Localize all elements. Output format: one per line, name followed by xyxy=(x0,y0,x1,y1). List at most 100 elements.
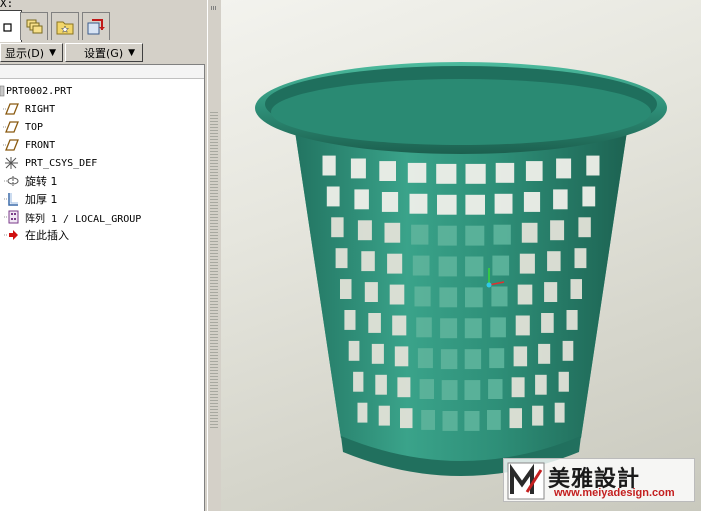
basket-opening xyxy=(519,253,535,274)
basket-opening xyxy=(465,287,483,308)
panel-splitter[interactable]: ‹ ‹ › › ‹ ‹ xyxy=(207,0,221,511)
basket-opening xyxy=(371,343,384,364)
tree-item-front[interactable]: FRONT xyxy=(0,136,55,154)
tree-item-revolve[interactable]: 旋转 1 xyxy=(0,172,58,190)
basket-opening xyxy=(407,162,427,183)
basket-opening xyxy=(340,279,352,299)
datum-plane-icon xyxy=(0,137,22,153)
basket-opening xyxy=(464,411,480,431)
basket-opening xyxy=(558,371,569,392)
basket-opening xyxy=(387,253,403,274)
model-tree-panel: X: 显示(D) ▼ 设置(G) ▼ PRT0002.PRT RIGHT TOP… xyxy=(0,0,207,511)
basket-opening xyxy=(492,255,510,276)
basket-opening xyxy=(465,163,486,184)
datum-plane-icon xyxy=(0,101,22,117)
basket-opening xyxy=(326,186,340,207)
basket-opening xyxy=(368,313,381,333)
tree-item-label: 旋转 1 xyxy=(25,175,58,188)
basket-opening xyxy=(437,225,457,246)
tab-connections[interactable] xyxy=(82,12,110,40)
basket-opening xyxy=(521,222,538,243)
basket-opening xyxy=(357,402,368,423)
tree-item-right[interactable]: RIGHT xyxy=(0,100,55,118)
basket-opening xyxy=(566,310,578,330)
tab-layers[interactable] xyxy=(20,12,48,40)
tree-column-header xyxy=(0,65,204,79)
tree-item-pattern[interactable]: 阵列 1 / LOCAL_GROUP xyxy=(0,208,141,226)
basket-opening xyxy=(578,217,591,238)
basket-opening xyxy=(582,186,596,207)
basket-opening xyxy=(442,411,458,431)
settings-menu-button[interactable]: 设置(G) ▼ xyxy=(65,43,143,62)
basket-opening xyxy=(361,251,375,272)
revolve-icon xyxy=(0,173,22,189)
basket-opening xyxy=(411,224,429,245)
basket-opening xyxy=(465,256,484,277)
basket-opening xyxy=(465,194,485,215)
tree-item-csys[interactable]: PRT_CSYS_DEF xyxy=(0,154,97,172)
basket-opening xyxy=(525,161,543,181)
basket-opening xyxy=(397,377,411,398)
tab-favorites[interactable] xyxy=(51,12,79,40)
basket-opening xyxy=(438,256,457,277)
basket-opening xyxy=(511,377,525,398)
basket-opening xyxy=(513,346,528,367)
basket-opening xyxy=(550,220,565,241)
tree-item-label: 在此插入 xyxy=(25,229,69,242)
basket-opening xyxy=(465,225,485,246)
basket-opening xyxy=(495,162,515,183)
basket-opening xyxy=(538,343,551,364)
basket-opening xyxy=(556,158,572,179)
basket-opening xyxy=(493,224,511,245)
basket-opening xyxy=(350,158,366,179)
tree-item-label: PRT_CSYS_DEF xyxy=(25,157,98,169)
basket-opening xyxy=(421,410,435,430)
layers-icon xyxy=(26,19,43,33)
basket-opening xyxy=(436,163,457,184)
tree-item-thicken[interactable]: 加厚 1 xyxy=(0,190,58,208)
basket-opening xyxy=(364,282,378,302)
tab-model-tree[interactable] xyxy=(0,10,22,42)
basket-opening xyxy=(509,408,522,429)
tree-item-top[interactable]: TOP xyxy=(0,118,43,136)
model-tree: PRT0002.PRT RIGHT TOP FRONT PRT_CSYS_DEF xyxy=(0,64,205,511)
basket-opening xyxy=(394,346,409,367)
basket-opening xyxy=(535,374,547,395)
basket-opening xyxy=(439,287,458,308)
basket-opening xyxy=(562,340,574,361)
display-menu-button[interactable]: 显示(D) ▼ xyxy=(0,43,63,62)
basket-opening xyxy=(574,248,587,269)
basket-opening xyxy=(487,410,501,430)
basket-opening xyxy=(353,371,364,392)
tree-menu-bar: 显示(D) ▼ 设置(G) ▼ xyxy=(0,42,207,64)
basket-opening xyxy=(464,380,481,400)
blank-page-icon xyxy=(3,22,12,32)
window-title-fragment: X: xyxy=(0,0,14,10)
watermark-url: www.meiyadesign.com xyxy=(554,487,675,499)
basket-opening xyxy=(544,282,558,302)
basket-opening xyxy=(322,155,336,176)
basket-opening xyxy=(412,255,430,276)
basket-opening xyxy=(375,374,387,395)
basket-opening xyxy=(348,340,360,361)
basket-opening xyxy=(357,220,372,241)
tree-item-insert-here[interactable]: 在此插入 xyxy=(0,226,69,244)
basket-opening xyxy=(384,222,401,243)
thicken-icon xyxy=(0,191,22,207)
basket-opening xyxy=(441,380,458,400)
basket-opening xyxy=(400,408,413,429)
tree-item-part[interactable]: PRT0002.PRT xyxy=(0,82,72,100)
display-menu-label: 显示(D) xyxy=(5,46,45,60)
basket-opening xyxy=(416,317,432,338)
brand-watermark: 美雅設計 www.meiyadesign.com xyxy=(503,458,695,502)
navigator-tab-strip xyxy=(0,10,207,42)
graphics-viewport[interactable] xyxy=(221,0,701,511)
basket-opening xyxy=(517,284,533,305)
tree-item-label: RIGHT xyxy=(25,103,56,115)
basket-opening xyxy=(547,251,561,272)
basket-opening xyxy=(532,405,544,426)
basket-3d-model xyxy=(255,62,667,476)
basket-opening xyxy=(489,348,505,369)
basket-opening xyxy=(419,379,434,399)
basket-opening xyxy=(392,315,407,336)
